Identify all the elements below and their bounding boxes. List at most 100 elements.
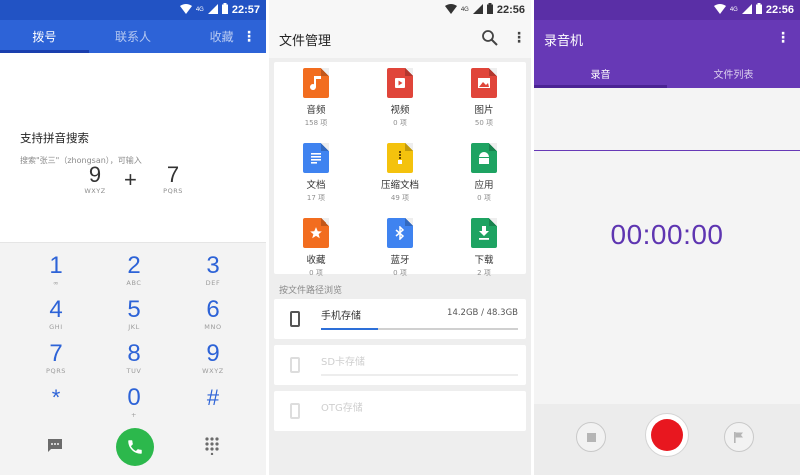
example-letters: PQRS [163,187,183,195]
page-title: 文件管理 [279,34,332,49]
category-item[interactable]: 音频 158 项 [274,64,358,136]
key-letters: TUV [126,367,142,375]
stop-button[interactable] [576,422,606,452]
status-time: 22:57 [231,4,260,16]
call-button[interactable] [116,428,154,466]
example-key-7: 7 PQRS [153,163,193,196]
category-count: 158 项 [304,119,328,127]
overflow-menu-icon[interactable]: ⋮ [512,28,526,48]
category-count: 49 项 [390,194,410,202]
tab-record[interactable]: 录音 [534,58,667,88]
category-label: 图片 [474,105,494,116]
video-icon [387,68,413,98]
recorder-panel: 4G 22:56 录音机 ⋮ 录音 文件列表 00:00:00 [534,0,800,475]
dial-key-2[interactable]: 2 ABC [99,253,169,288]
key-letters: PQRS [45,367,67,375]
dial-key-7[interactable]: 7 PQRS [21,341,91,376]
tab-file-list[interactable]: 文件列表 [667,58,800,88]
dial-key-3[interactable]: 3 DEF [178,253,248,288]
dial-key-9[interactable]: 9 WXYZ [178,341,248,376]
dial-key-hash[interactable]: # [178,385,248,411]
phone-icon [128,440,142,454]
key-letters: GHI [49,323,63,331]
battery-icon [221,3,228,17]
dial-key-0[interactable]: 0 + [99,385,169,420]
storage-size: 14.2GB / 48.3GB [447,308,518,318]
storage-internal[interactable]: 手机存储 14.2GB / 48.3GB [274,299,526,339]
battery-icon [755,3,762,17]
document-icon [303,143,329,173]
search-icon[interactable] [481,29,499,47]
storage-usage-fill [321,328,379,330]
archive-icon [387,143,413,173]
page-title: 录音机 [544,34,584,49]
category-item[interactable]: 蓝牙 0 项 [358,214,442,286]
storage-name: SD卡存储 [321,357,366,368]
key-digit: 4 [49,296,63,323]
category-count: 0 项 [477,194,491,202]
network-type-label: 4G [195,7,204,13]
dial-key-5[interactable]: 5 JKL [99,297,169,332]
category-item[interactable]: 下载 2 项 [442,214,526,286]
sms-icon[interactable] [46,437,64,455]
example-plus: + [124,167,137,192]
category-item[interactable]: 收藏 0 项 [274,214,358,286]
key-digit: 7 [49,340,63,367]
sd-card-icon [290,357,300,373]
file-manager-panel: 4G 22:56 文件管理 ⋮ 音频 158 项 视频 0 项 图片 50 项文档 17 项… [269,0,531,475]
category-item[interactable]: 压缩文档 49 项 [358,139,442,211]
overflow-menu-icon[interactable]: ⋮ [776,28,790,48]
section-label: 按文件路径浏览 [279,286,343,296]
storage-name: 手机存储 [321,311,361,322]
dial-key-1[interactable]: 1 ∞ [21,253,91,288]
dial-key-6[interactable]: 6 MNO [178,297,248,332]
dialer-panel: 4G 22:57 拨号 联系人 收藏 ⋮ 支持拼音搜索 搜索"张三"（zhong… [0,0,266,475]
key-letters: WXYZ [202,367,224,375]
example-key-9: 9 WXYZ [75,163,115,196]
category-item[interactable]: 视频 0 项 [358,64,442,136]
category-label: 收藏 [306,255,326,266]
key-digit: 6 [206,296,220,323]
key-letters: ABC [126,279,142,287]
recorder-tabs: 录音 文件列表 [534,58,800,88]
category-count: 50 项 [474,119,494,127]
key-letters: + [130,411,138,419]
record-icon [651,419,683,451]
key-letters: ∞ [52,279,59,287]
dial-key-4[interactable]: 4 GHI [21,297,91,332]
category-item[interactable]: 文档 17 项 [274,139,358,211]
key-digit: * [51,385,61,410]
mark-button[interactable] [724,422,754,452]
key-digit: 8 [127,340,141,367]
tab-dial[interactable]: 拨号 [0,20,89,53]
recording-timer: 00:00:00 [610,219,724,250]
key-digit: # [206,385,220,410]
battery-icon [486,3,493,17]
key-digit: 9 [206,340,220,367]
bluetooth-icon [387,218,413,248]
category-label: 文档 [306,180,326,191]
category-item[interactable]: 图片 50 项 [442,64,526,136]
tab-contacts[interactable]: 联系人 [89,20,178,53]
example-letters: WXYZ [84,187,106,195]
category-item[interactable]: 应用 0 项 [442,139,526,211]
image-icon [471,68,497,98]
record-button[interactable] [645,413,689,457]
network-type-label: 4G [460,7,469,13]
storage-sd-card: SD卡存储 [274,345,526,385]
storage-otg: OTG存储 [274,391,526,431]
overflow-menu-icon[interactable]: ⋮ [242,27,256,47]
music-note-icon [303,68,329,98]
network-type-label: 4G [729,7,738,13]
dial-key-star[interactable]: * [21,385,91,411]
category-count: 0 项 [393,269,407,277]
download-icon [471,218,497,248]
waveform-line [534,150,800,151]
dialpad-toggle-icon[interactable] [204,437,222,456]
storage-usage-bar [321,328,518,330]
usb-icon [290,403,300,419]
phone-icon [290,311,300,327]
storage-name: OTG存储 [321,403,363,414]
dial-key-8[interactable]: 8 TUV [99,341,169,376]
category-count: 0 项 [309,269,323,277]
